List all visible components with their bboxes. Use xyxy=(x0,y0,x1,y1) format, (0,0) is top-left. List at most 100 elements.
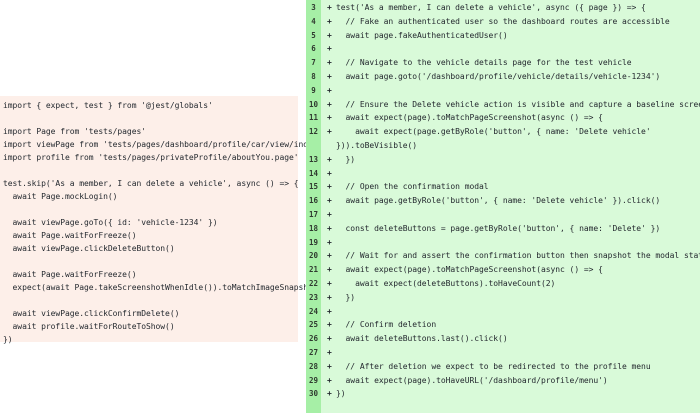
line-number: 11 xyxy=(308,113,319,123)
added-code-row: 6 + xyxy=(306,42,700,56)
removed-code-line: test.skip('As a member, I can delete a v… xyxy=(3,179,299,188)
removed-code-line: await viewPage.goTo({ id: 'vehicle-1234'… xyxy=(3,218,218,227)
removed-code-line: import viewPage from 'tests/pages/dashbo… xyxy=(3,140,347,149)
line-number: 20 xyxy=(308,251,319,261)
code-diff-view: import { expect, test } from '@jest/glob… xyxy=(0,0,700,413)
added-code-line: await page.goto('/dashboard/profile/vehi… xyxy=(336,72,661,81)
added-code-row: 21 + await expect(page).toMatchPageScreen… xyxy=(306,263,700,277)
added-marker: + xyxy=(327,30,332,40)
added-marker: + xyxy=(327,223,332,233)
added-marker: + xyxy=(327,265,332,275)
added-code-row: 11 + await expect(page).toMatchPageScreen… xyxy=(306,111,700,125)
added-code-row: 5 + await page.fakeAuthenticatedUser() xyxy=(306,29,700,43)
added-code-row: 22 + await expect(deleteButtons).toHaveCo… xyxy=(306,277,700,291)
added-code-line: await expect(deleteButtons).toHaveCount(… xyxy=(336,279,556,288)
added-code-row: 27 + xyxy=(306,346,700,360)
added-code-row: 19 + xyxy=(306,236,700,250)
added-code-row: 4 + // Fake an authenticated user so the … xyxy=(306,15,700,29)
line-number: 30 xyxy=(308,389,319,399)
added-code-row: 7 + // Navigate to the vehicle details pa… xyxy=(306,56,700,70)
line-number: 18 xyxy=(308,223,319,233)
line-number: 29 xyxy=(308,375,319,385)
added-marker: + xyxy=(327,16,332,26)
added-code-row: 17 + xyxy=(306,208,700,222)
removed-code-line: import profile from 'tests/pages/private… xyxy=(3,153,299,162)
removed-code-line: expect(await Page.takeScreenshotWhenIdle… xyxy=(3,283,328,292)
added-code-row: 9 + xyxy=(306,84,700,98)
removed-code-line: await Page.mockLogin() xyxy=(3,192,118,201)
added-marker: + xyxy=(327,44,332,54)
added-code-line: // Ensure the Delete vehicle action is v… xyxy=(336,99,700,109)
added-marker: + xyxy=(327,306,332,316)
added-code-row: 18 + const deleteButtons = page.getByRole… xyxy=(306,222,700,236)
line-number: 5 xyxy=(311,30,316,40)
added-code-line: // Open the confirmation modal xyxy=(336,182,489,192)
added-code-row: 28 + // After deletion we expect to be re… xyxy=(306,360,700,374)
added-marker: + xyxy=(327,113,332,123)
added-code-line: // After deletion we expect to be redire… xyxy=(336,361,651,371)
line-number: 6 xyxy=(311,44,316,54)
added-code-row: 8 + await page.goto('/dashboard/profile/v… xyxy=(306,70,700,84)
added-code-row: 15 + // Open the confirmation modal xyxy=(306,180,700,194)
added-code-line: }) xyxy=(336,389,346,399)
removed-code-line: await Page.waitForFreeze() xyxy=(3,231,137,240)
added-code-line: }) xyxy=(336,154,356,164)
added-code-row: 10 + // Ensure the Delete vehicle action … xyxy=(306,98,700,112)
added-code-line: // Navigate to the vehicle details page … xyxy=(336,58,632,68)
line-number: 26 xyxy=(308,334,319,344)
added-marker: + xyxy=(327,361,332,371)
line-number: 14 xyxy=(308,168,319,178)
added-marker: + xyxy=(327,251,332,261)
added-code-row: 25 + // Confirm deletion xyxy=(306,318,700,332)
added-code-row: 3 + test('As a member, I can delete a vehi… xyxy=(306,1,700,15)
added-code-line: await page.fakeAuthenticatedUser() xyxy=(336,30,508,40)
added-code-line: }) xyxy=(336,292,356,302)
removed-code-line: import Page from 'tests/pages' xyxy=(3,127,146,136)
added-marker: + xyxy=(327,58,332,68)
line-number xyxy=(306,139,321,153)
added-code-pane: 3 + test('As a member, I can delete a vehi… xyxy=(306,0,700,413)
removed-code-line: await viewPage.clickDeleteButton() xyxy=(3,244,175,253)
added-code-line: // Fake an authenticated user so the das… xyxy=(336,16,670,26)
added-code-row: 29 + await expect(page).toHaveURL('/dashb… xyxy=(306,374,700,388)
line-number: 10 xyxy=(308,99,319,109)
added-code-line: await deleteButtons.last().click() xyxy=(336,334,508,344)
added-marker: + xyxy=(327,168,332,178)
added-marker: + xyxy=(327,375,332,385)
added-marker: + xyxy=(327,127,332,137)
added-marker: + xyxy=(327,320,332,330)
added-marker: + xyxy=(327,196,332,206)
added-code-line: })).toBeVisible() xyxy=(336,141,418,150)
added-marker: + xyxy=(327,182,332,192)
added-marker: + xyxy=(327,237,332,247)
line-number: 23 xyxy=(308,292,319,302)
added-marker: + xyxy=(327,279,332,288)
line-number: 21 xyxy=(308,265,319,275)
added-code-line: await expect(page).toHaveURL('/dashboard… xyxy=(336,375,608,385)
added-code-row: 12 + await expect(page.getByRole('button'… xyxy=(306,125,700,139)
added-code-line: // Wait for and assert the confirmation … xyxy=(336,251,700,261)
added-code-row: 30 +}) xyxy=(306,387,700,401)
removed-code-line: await Page.waitForFreeze() xyxy=(3,270,137,279)
line-number: 22 xyxy=(308,279,319,288)
added-marker: + xyxy=(327,72,332,81)
added-code-row: 26 + await deleteButtons.last().click() xyxy=(306,332,700,346)
line-number: 3 xyxy=(311,3,316,12)
added-marker: + xyxy=(327,154,332,164)
line-number: 25 xyxy=(308,320,319,330)
added-marker: + xyxy=(327,292,332,302)
removed-code-pane: import { expect, test } from '@jest/glob… xyxy=(0,96,346,344)
added-code-line: await expect(page).toMatchPageScreenshot… xyxy=(336,265,603,275)
added-code-row: 13 + }) xyxy=(306,153,700,167)
line-number: 28 xyxy=(308,361,319,371)
added-marker: + xyxy=(327,3,332,12)
line-number: 17 xyxy=(308,210,319,219)
removed-code-line: }) xyxy=(3,335,13,344)
added-marker: + xyxy=(327,99,332,109)
added-code-line: // Confirm deletion xyxy=(336,320,437,330)
line-number: 8 xyxy=(311,72,316,81)
added-code-line: await expect(page).toMatchPageScreenshot… xyxy=(336,113,603,123)
added-marker: + xyxy=(327,389,332,399)
added-code-line: test('As a member, I can delete a vehicl… xyxy=(336,3,646,12)
line-number: 19 xyxy=(308,237,319,247)
